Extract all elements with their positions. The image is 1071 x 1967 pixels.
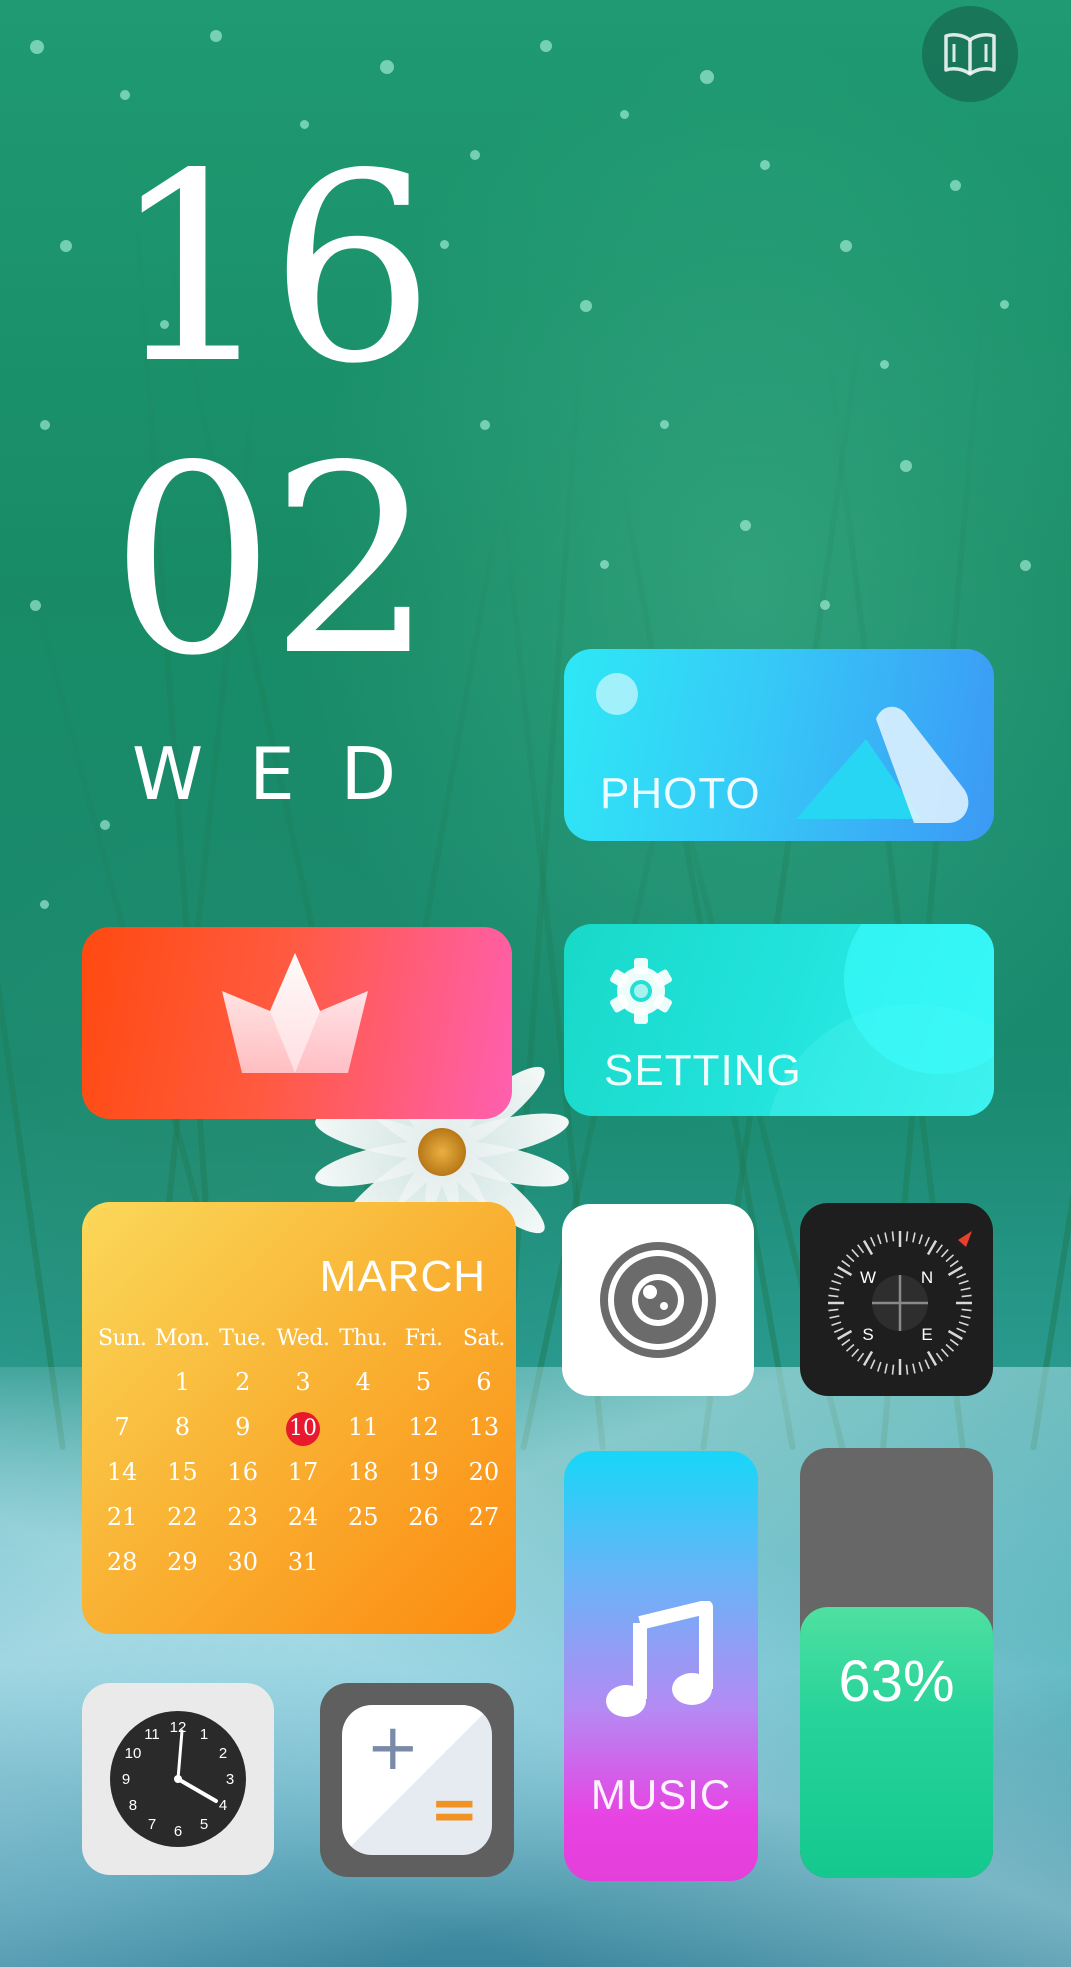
calendar-day[interactable]: 21 [92, 1495, 152, 1540]
book-button[interactable] [922, 6, 1018, 102]
gear-icon [610, 958, 672, 1024]
calendar-day[interactable]: 27 [454, 1495, 514, 1540]
calendar-day[interactable]: 4 [333, 1360, 393, 1405]
sun-icon [596, 673, 638, 715]
calendar-weekday: Fri. [404, 1326, 443, 1351]
clock-hour: 16 [110, 119, 435, 421]
calendar-day[interactable]: 22 [152, 1495, 212, 1540]
calendar-grid: Sun. Mon. Tue. Wed. Thu. Fri. Sat. 1 2 3 4 5 6 7 8 9 10 1… [92, 1318, 514, 1585]
calendar-weekday: Sun. [97, 1326, 147, 1351]
calendar-weekday: Tue. [219, 1326, 267, 1351]
battery-percent: 63% [838, 1649, 955, 1714]
clock-number: 3 [226, 1771, 234, 1788]
clock-number: 4 [219, 1797, 227, 1814]
book-icon [944, 33, 996, 76]
calendar-day[interactable]: 7 [92, 1405, 152, 1450]
camera-lens-icon [600, 1242, 716, 1358]
clock-number: 6 [174, 1823, 182, 1840]
calendar-day[interactable]: 18 [333, 1450, 393, 1495]
calendar-day[interactable]: 26 [393, 1495, 453, 1540]
calculator-app[interactable]: + = [320, 1683, 514, 1877]
calendar-day[interactable]: 5 [393, 1360, 453, 1405]
clock-number: 5 [200, 1816, 208, 1833]
calendar-day [333, 1540, 393, 1585]
calendar-day[interactable]: 25 [333, 1495, 393, 1540]
calendar-day[interactable]: 3 [273, 1360, 333, 1405]
clock-app[interactable]: 12 1 2 3 4 5 6 7 8 9 10 11 [82, 1683, 274, 1875]
calendar-weekday: Sat. [462, 1326, 506, 1351]
calendar-day[interactable]: 10 [273, 1405, 333, 1450]
calendar-day[interactable]: 16 [213, 1450, 273, 1495]
calendar-day[interactable]: 23 [213, 1495, 273, 1540]
clock-minute: 02 [110, 411, 435, 713]
clock-number: 7 [148, 1816, 156, 1833]
clock-number: 11 [144, 1726, 160, 1743]
calendar-day[interactable]: 14 [92, 1450, 152, 1495]
calendar-day[interactable]: 19 [393, 1450, 453, 1495]
flower-center [418, 1128, 466, 1176]
calendar-day[interactable]: 9 [213, 1405, 273, 1450]
calendar-day[interactable]: 1 [152, 1360, 212, 1405]
calendar-day[interactable]: 31 [273, 1540, 333, 1585]
clock-number: 10 [125, 1745, 142, 1762]
calculator-icon: + = [342, 1705, 492, 1855]
crown-widget[interactable] [82, 927, 512, 1119]
compass-w: W [860, 1268, 876, 1287]
calendar-day[interactable]: 11 [333, 1405, 393, 1450]
compass-n: N [921, 1268, 933, 1287]
calendar-day[interactable]: 2 [213, 1360, 273, 1405]
compass-app[interactable]: W N S E [800, 1203, 993, 1396]
calendar-widget[interactable]: MARCH Sun. Mon. Tue. Wed. Thu. Fri. Sat. 1 2 3 4 5 6… [82, 1202, 516, 1634]
mountain-icon [796, 706, 969, 823]
calendar-weekday: Thu. [339, 1326, 388, 1351]
calendar-day[interactable]: 30 [213, 1540, 273, 1585]
calendar-day[interactable]: 8 [152, 1405, 212, 1450]
calendar-day [92, 1360, 152, 1405]
photo-label: PHOTO [600, 769, 761, 818]
clock-number: 8 [129, 1797, 137, 1814]
compass-icon: W N S E [828, 1231, 972, 1375]
calendar-day[interactable]: 13 [454, 1405, 514, 1450]
calendar-day[interactable]: 17 [273, 1450, 333, 1495]
battery-widget[interactable]: 63% [800, 1448, 993, 1878]
calendar-day[interactable]: 20 [454, 1450, 514, 1495]
plus-sign: + [366, 1711, 420, 1785]
setting-label: SETTING [604, 1046, 802, 1095]
equals-sign: = [430, 1775, 479, 1843]
calendar-day [393, 1540, 453, 1585]
compass-s: S [862, 1325, 873, 1344]
calendar-day[interactable]: 15 [152, 1450, 212, 1495]
clock-weekday: WED [132, 732, 443, 816]
music-widget[interactable]: MUSIC [564, 1451, 758, 1881]
calendar-weekday: Mon. [154, 1326, 210, 1351]
compass-e: E [921, 1325, 932, 1344]
calendar-day[interactable]: 28 [92, 1540, 152, 1585]
setting-widget[interactable]: SETTING [564, 924, 994, 1116]
music-label: MUSIC [590, 1771, 732, 1818]
calendar-weekday: Wed. [276, 1326, 330, 1351]
clock-number: 12 [170, 1719, 187, 1736]
calendar-day[interactable]: 24 [273, 1495, 333, 1540]
camera-app[interactable] [562, 1204, 754, 1396]
calendar-day [454, 1540, 514, 1585]
clock-number: 1 [200, 1726, 208, 1743]
clock-number: 9 [122, 1771, 130, 1788]
photo-widget[interactable]: PHOTO [564, 649, 994, 841]
clock-number: 2 [219, 1745, 227, 1762]
calendar-month: MARCH [319, 1252, 486, 1301]
calendar-day[interactable]: 12 [393, 1405, 453, 1450]
calendar-day[interactable]: 29 [152, 1540, 212, 1585]
calendar-day[interactable]: 6 [454, 1360, 514, 1405]
analog-clock-icon: 12 12 3 45 6 78 9 1011 [110, 1711, 246, 1847]
music-note-icon [606, 1601, 713, 1717]
crown-icon [222, 953, 368, 1073]
